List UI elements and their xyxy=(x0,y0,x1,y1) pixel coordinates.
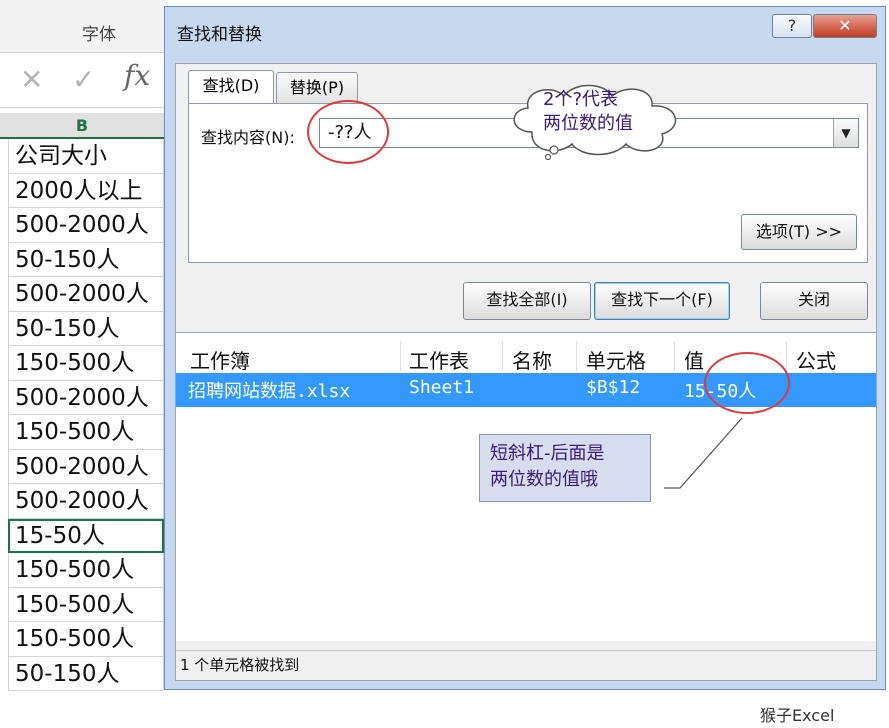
close-window-button[interactable]: ✕ xyxy=(813,14,877,38)
col-header-sheet[interactable]: 工作表 xyxy=(409,345,469,374)
close-button[interactable]: 关闭 xyxy=(760,282,868,320)
watermark: 猴子Excel xyxy=(760,706,835,725)
table-cell[interactable]: 50-150人 xyxy=(8,656,164,691)
callout-leader-line xyxy=(664,417,743,489)
table-cell[interactable]: 150-500人 xyxy=(8,415,164,450)
annotation-circle-value xyxy=(704,352,790,414)
ribbon-group-font: 字体 xyxy=(82,25,116,45)
find-what-label: 查找内容(N): xyxy=(201,128,295,147)
table-cell[interactable]: 500-2000人 xyxy=(8,208,164,243)
result-sheet: Sheet1 xyxy=(409,377,475,398)
col-header-value[interactable]: 值 xyxy=(684,345,704,374)
chevron-down-icon[interactable]: ▼ xyxy=(833,119,858,147)
col-header-name[interactable]: 名称 xyxy=(512,345,552,374)
col-separator xyxy=(576,341,577,371)
callout-line-2: 两位数的值哦 xyxy=(490,469,598,490)
col-separator xyxy=(786,341,787,371)
table-cell[interactable]: 50-150人 xyxy=(8,242,164,277)
table-cell[interactable]: 50-150人 xyxy=(8,311,164,346)
table-cell[interactable]: 150-500人 xyxy=(8,587,164,622)
result-workbook: 招聘网站数据.xlsx xyxy=(188,381,351,402)
col-separator xyxy=(502,341,503,371)
find-next-button[interactable]: 查找下一个(F) xyxy=(594,282,730,320)
annotation-circle-input xyxy=(307,100,389,164)
tab-find[interactable]: 查找(D) xyxy=(188,70,274,104)
col-separator xyxy=(674,341,675,371)
table-cell[interactable]: 150-500人 xyxy=(8,622,164,657)
table-cell[interactable]: 500-2000人 xyxy=(8,277,164,312)
options-button[interactable]: 选项(T) >> xyxy=(741,214,857,250)
help-button[interactable]: ? xyxy=(772,14,812,38)
table-cell[interactable]: 500-2000人 xyxy=(8,449,164,484)
cell-list: 公司大小 2000人以上 500-2000人 50-150人 500-2000人 50-1… xyxy=(8,139,164,691)
table-cell[interactable]: 500-2000人 xyxy=(8,380,164,415)
callout-line-1: 短斜杠-后面是 xyxy=(490,443,605,464)
confirm-icon[interactable]: ✓ xyxy=(72,63,95,96)
col-header-formula[interactable]: 公式 xyxy=(796,345,836,374)
ribbon: 字体 xyxy=(0,0,168,53)
cancel-icon[interactable]: ✕ xyxy=(20,63,43,96)
dialog-title: 查找和替换 xyxy=(177,25,262,45)
result-cell: $B$12 xyxy=(586,377,641,398)
status-bar: 1 个单元格被找到 xyxy=(176,650,876,680)
find-all-button[interactable]: 查找全部(I) xyxy=(463,282,591,320)
col-header-workbook[interactable]: 工作簿 xyxy=(190,345,250,374)
table-cell[interactable]: 2000人以上 xyxy=(8,173,164,208)
formula-bar: ✕ ✓ fx xyxy=(0,53,168,108)
callout-box: 短斜杠-后面是 两位数的值哦 xyxy=(479,434,651,502)
table-cell[interactable]: 500-2000人 xyxy=(8,484,164,519)
function-icon[interactable]: fx xyxy=(124,59,150,92)
cloud-line-1: 2个?代表 xyxy=(543,89,619,110)
header-cell[interactable]: 公司大小 xyxy=(8,139,164,174)
excel-sheet: 字体 ✕ ✓ fx B 公司大小 2000人以上 500-2000人 50-150人 5… xyxy=(0,0,168,695)
table-cell[interactable]: 150-500人 xyxy=(8,346,164,381)
col-header-cell[interactable]: 单元格 xyxy=(586,345,646,374)
cloud-annotation-text: 2个?代表 两位数的值 xyxy=(543,88,663,136)
table-cell[interactable]: 150-500人 xyxy=(8,553,164,588)
col-separator xyxy=(400,341,401,371)
table-cell[interactable]: 15-50人 xyxy=(8,518,164,553)
column-header-b[interactable]: B xyxy=(0,113,164,139)
cloud-line-2: 两位数的值 xyxy=(543,113,633,134)
